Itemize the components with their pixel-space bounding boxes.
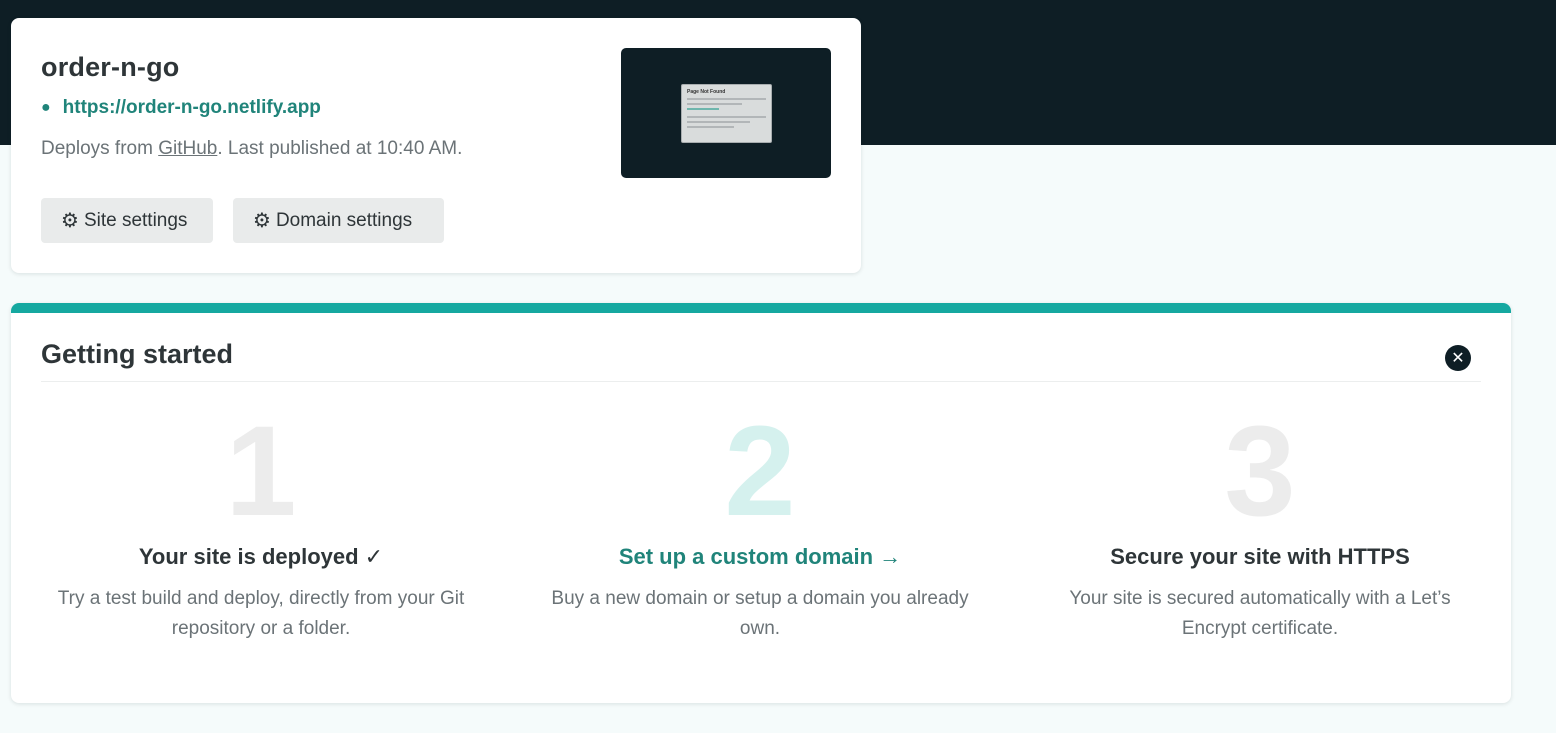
deploy-prefix: Deploys from [41,138,159,159]
site-preview-thumbnail[interactable]: Page Not Found [621,48,831,178]
step-number: 1 [225,400,297,543]
step-deployed: 1 Your site is deployed ✓ Try a test bui… [31,408,491,644]
step-number: 3 [1224,400,1296,543]
step-number: 2 [724,400,796,543]
preview-line [687,103,743,105]
preview-page: Page Not Found [681,84,772,143]
domain-settings-label: Domain settings [275,209,413,231]
preview-line [687,116,766,118]
preview-link-line [687,108,719,110]
step-description: Your site is secured automatically with … [1069,588,1451,639]
getting-started-accent-bar [11,303,1511,313]
divider [41,381,1481,382]
deploy-info: Deploys from GitHub. Last published at 1… [41,138,462,160]
preview-line [687,98,766,100]
preview-line [687,121,751,123]
site-name: order-n-go [41,52,180,82]
getting-started-title: Getting started [41,339,234,369]
github-link[interactable]: GitHub [158,138,217,159]
close-icon[interactable]: ✕ [1445,345,1471,371]
step-title: Your site is deployed ✓ [138,544,384,569]
deploy-suffix: . Last published at 10:40 AM. [217,138,463,159]
step-title: Secure your site with HTTPS [1110,544,1410,569]
site-url-row: ● https://order-n-go.netlify.app [41,97,321,119]
custom-domain-link[interactable]: Set up a custom domain → [530,544,990,570]
preview-title: Page Not Found [687,89,726,95]
domain-settings-button[interactable]: ⚙ Domain settings [233,198,444,243]
site-overview-card: order-n-go ● https://order-n-go.netlify.… [11,18,861,273]
site-url-link[interactable]: https://order-n-go.netlify.app [63,97,321,119]
site-settings-button[interactable]: ⚙ Site settings [41,198,213,243]
getting-started-card: Getting started ✕ 1 Your site is deploye… [11,303,1511,703]
bullet-icon: ● [41,99,51,116]
step-custom-domain: 2 Set up a custom domain → Buy a new dom… [530,408,990,644]
gear-icon: ⚙ [253,210,271,232]
site-settings-label: Site settings [83,209,188,231]
step-description: Try a test build and deploy, directly fr… [57,588,465,639]
step-https: 3 Secure your site with HTTPS Your site … [1030,408,1490,644]
step-description: Buy a new domain or setup a domain you a… [551,588,969,639]
preview-line [687,126,735,128]
gear-icon: ⚙ [61,210,79,232]
